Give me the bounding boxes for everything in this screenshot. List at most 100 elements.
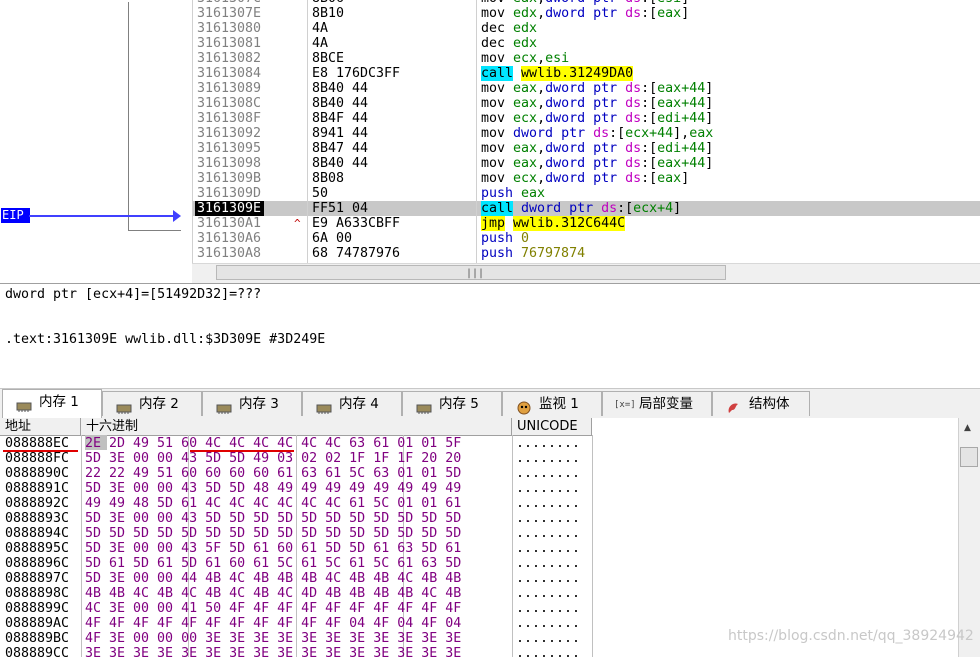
instruction-token: :[ <box>641 171 658 186</box>
dump-address[interactable]: 088888FC <box>5 451 69 466</box>
instruction-token: , <box>537 156 546 171</box>
dump-address[interactable]: 0888898C <box>5 586 69 601</box>
dump-hex-bytes[interactable]: 5D 3E 00 00 43 5D 5D 48 49 49 49 49 49 4… <box>85 481 461 496</box>
dump-hex-bytes[interactable]: 5D 3E 00 00 43 5D 5D 49 03 02 02 1F 1F 1… <box>85 451 461 466</box>
dump-address[interactable]: 088889AC <box>5 616 69 631</box>
dump-hex-bytes[interactable]: 2E 2D 49 51 60 4C 4C 4C 4C 4C 4C 63 61 0… <box>85 436 461 451</box>
instruction-token: push <box>481 231 522 246</box>
instruction-token: ds <box>593 126 610 141</box>
dump-hex-bytes[interactable]: 5D 3E 00 00 43 5D 5D 5D 5D 5D 5D 5D 5D 5… <box>85 511 461 526</box>
dump-unicode[interactable]: ........ <box>516 631 580 646</box>
dump-address[interactable]: 0888896C <box>5 556 69 571</box>
dump-unicode[interactable]: ........ <box>516 541 580 556</box>
dump-address[interactable]: 0888890C <box>5 466 69 481</box>
instruction-token: ], <box>673 126 690 141</box>
instruction-bytes: 8B10 <box>312 6 345 21</box>
tab-label: 内存 2 <box>139 396 179 412</box>
eip-arrow <box>29 215 177 217</box>
dump-hex-bytes[interactable]: 5D 3E 00 00 44 4B 4C 4B 4B 4B 4C 4B 4B 4… <box>85 571 461 586</box>
dump-address[interactable]: 088889BC <box>5 631 69 646</box>
tab-6[interactable]: 监视 1 <box>502 391 602 416</box>
instruction-token: dword ptr <box>513 126 594 141</box>
dump-hex-bytes[interactable]: 4B 4B 4C 4B 4C 4B 4C 4B 4C 4D 4B 4B 4B 4… <box>85 586 461 601</box>
dump-address[interactable]: 088889CC <box>5 646 69 661</box>
dump-hex-bytes[interactable]: 5D 5D 5D 5D 5D 5D 5D 5D 5D 5D 5D 5D 5D 5… <box>85 526 461 541</box>
dump-unicode[interactable]: ........ <box>516 496 580 511</box>
instruction-token: ds <box>625 6 642 21</box>
dump-unicode[interactable]: ........ <box>516 571 580 586</box>
dump-unicode[interactable]: ........ <box>516 556 580 571</box>
instruction-text: mov edx,dword ptr ds:[eax] <box>481 6 689 21</box>
dump-unicode[interactable]: ........ <box>516 646 580 661</box>
column-header-hex[interactable]: 十六进制 <box>81 418 512 435</box>
dump-address[interactable]: 0888897C <box>5 571 69 586</box>
dump-unicode[interactable]: ........ <box>516 601 580 616</box>
column-divider <box>307 0 308 263</box>
tab-label: 结构体 <box>749 396 790 412</box>
instruction-token: edx <box>513 6 538 21</box>
column-header-address[interactable]: 地址 <box>0 418 81 435</box>
dump-hex-bytes[interactable]: 4F 3E 00 00 00 3E 3E 3E 3E 3E 3E 3E 3E 3… <box>85 631 461 646</box>
dump-hex-bytes[interactable]: 4C 3E 00 00 41 50 4F 4F 4F 4F 4F 4F 4F 4… <box>85 601 461 616</box>
dump-address[interactable]: 088888EC <box>5 436 69 451</box>
dump-address[interactable]: 0888891C <box>5 481 69 496</box>
dump-unicode[interactable]: ........ <box>516 616 580 631</box>
instruction-token: eax <box>521 186 546 201</box>
instruction-token: :[ <box>641 6 658 21</box>
dump-address[interactable]: 0888893C <box>5 511 69 526</box>
instruction-token: ecx+44 <box>625 126 674 141</box>
dump-address[interactable]: 0888892C <box>5 496 69 511</box>
instruction-token: edx <box>513 21 538 36</box>
dump-unicode[interactable]: ........ <box>516 481 580 496</box>
column-header-unicode[interactable]: UNICODE <box>512 418 592 435</box>
instruction-address: 316130A1 <box>197 216 262 231</box>
tab-1[interactable]: 内存 1 <box>2 389 102 418</box>
instruction-address: 3161309E <box>195 201 265 216</box>
dump-unicode[interactable]: ........ <box>516 451 580 466</box>
dump-address[interactable]: 0888894C <box>5 526 69 541</box>
dump-hex-bytes[interactable]: 22 22 49 51 60 60 60 60 61 63 61 5C 63 0… <box>85 466 461 481</box>
dump-unicode[interactable]: ........ <box>516 511 580 526</box>
tab-7[interactable]: [x=] 局部变量 <box>602 391 712 416</box>
dump-unicode[interactable]: ........ <box>516 586 580 601</box>
tab-4[interactable]: 内存 4 <box>302 391 402 416</box>
instruction-text: dec edx <box>481 36 537 51</box>
tab-2[interactable]: 内存 2 <box>102 391 202 416</box>
instruction-address: 31613084 <box>197 66 262 81</box>
dump-hex-bytes[interactable]: 4F 4F 4F 4F 4F 4F 4F 4F 4F 4F 4F 04 4F 0… <box>85 616 461 631</box>
vertical-scroll-thumb[interactable] <box>960 447 978 467</box>
tab-3[interactable]: 内存 3 <box>202 391 302 416</box>
instruction-address: 3161307E <box>197 6 262 21</box>
locals-icon-text: [x=] <box>614 400 636 410</box>
instruction-token: ds <box>601 201 618 216</box>
instruction-bytes: E9 A633CBFF <box>312 216 401 231</box>
instruction-token: :[ <box>641 96 658 111</box>
instruction-address: 316130A6 <box>197 231 262 246</box>
instruction-address: 31613098 <box>197 156 262 171</box>
dump-hex-bytes[interactable]: 3E 3E 3E 3E 3E 3E 3E 3E 3E 3E 3E 3E 3E 3… <box>85 646 461 661</box>
tab-5[interactable]: 内存 5 <box>402 391 502 416</box>
memory-icon <box>416 399 432 414</box>
memory-icon <box>16 397 32 412</box>
jump-gutter <box>0 0 192 263</box>
red-underline-annotation <box>3 450 78 452</box>
instruction-text: mov dword ptr ds:[ecx+44],eax <box>481 126 713 141</box>
dump-header: 地址 十六进制 UNICODE <box>0 418 592 436</box>
instruction-text: mov eax,dword ptr ds:[edi+44] <box>481 141 713 156</box>
scroll-up-icon[interactable]: ▲ <box>964 423 971 433</box>
instruction-address: 3161308C <box>197 96 262 111</box>
dump-address[interactable]: 0888895C <box>5 541 69 556</box>
instruction-address: 31613080 <box>197 21 262 36</box>
instruction-text: push 76797874 <box>481 246 585 261</box>
dump-hex-bytes[interactable]: 5D 3E 00 00 43 5F 5D 61 60 61 5D 5D 61 6… <box>85 541 461 556</box>
instruction-token: dword ptr <box>545 141 626 156</box>
dump-hex-bytes[interactable]: 49 49 48 5D 61 4C 4C 4C 4C 4C 4C 61 5C 0… <box>85 496 461 511</box>
dump-unicode[interactable]: ........ <box>516 436 580 451</box>
tab-8[interactable]: 结构体 <box>712 391 810 416</box>
dump-unicode[interactable]: ........ <box>516 526 580 541</box>
dump-address[interactable]: 0888899C <box>5 601 69 616</box>
instruction-bytes: 8BCE <box>312 51 345 66</box>
dump-unicode[interactable]: ........ <box>516 466 580 481</box>
scroll-grip-icon: ||| <box>466 268 485 279</box>
dump-hex-bytes[interactable]: 5D 61 5D 61 5D 61 60 61 5C 61 5C 61 5C 6… <box>85 556 461 571</box>
